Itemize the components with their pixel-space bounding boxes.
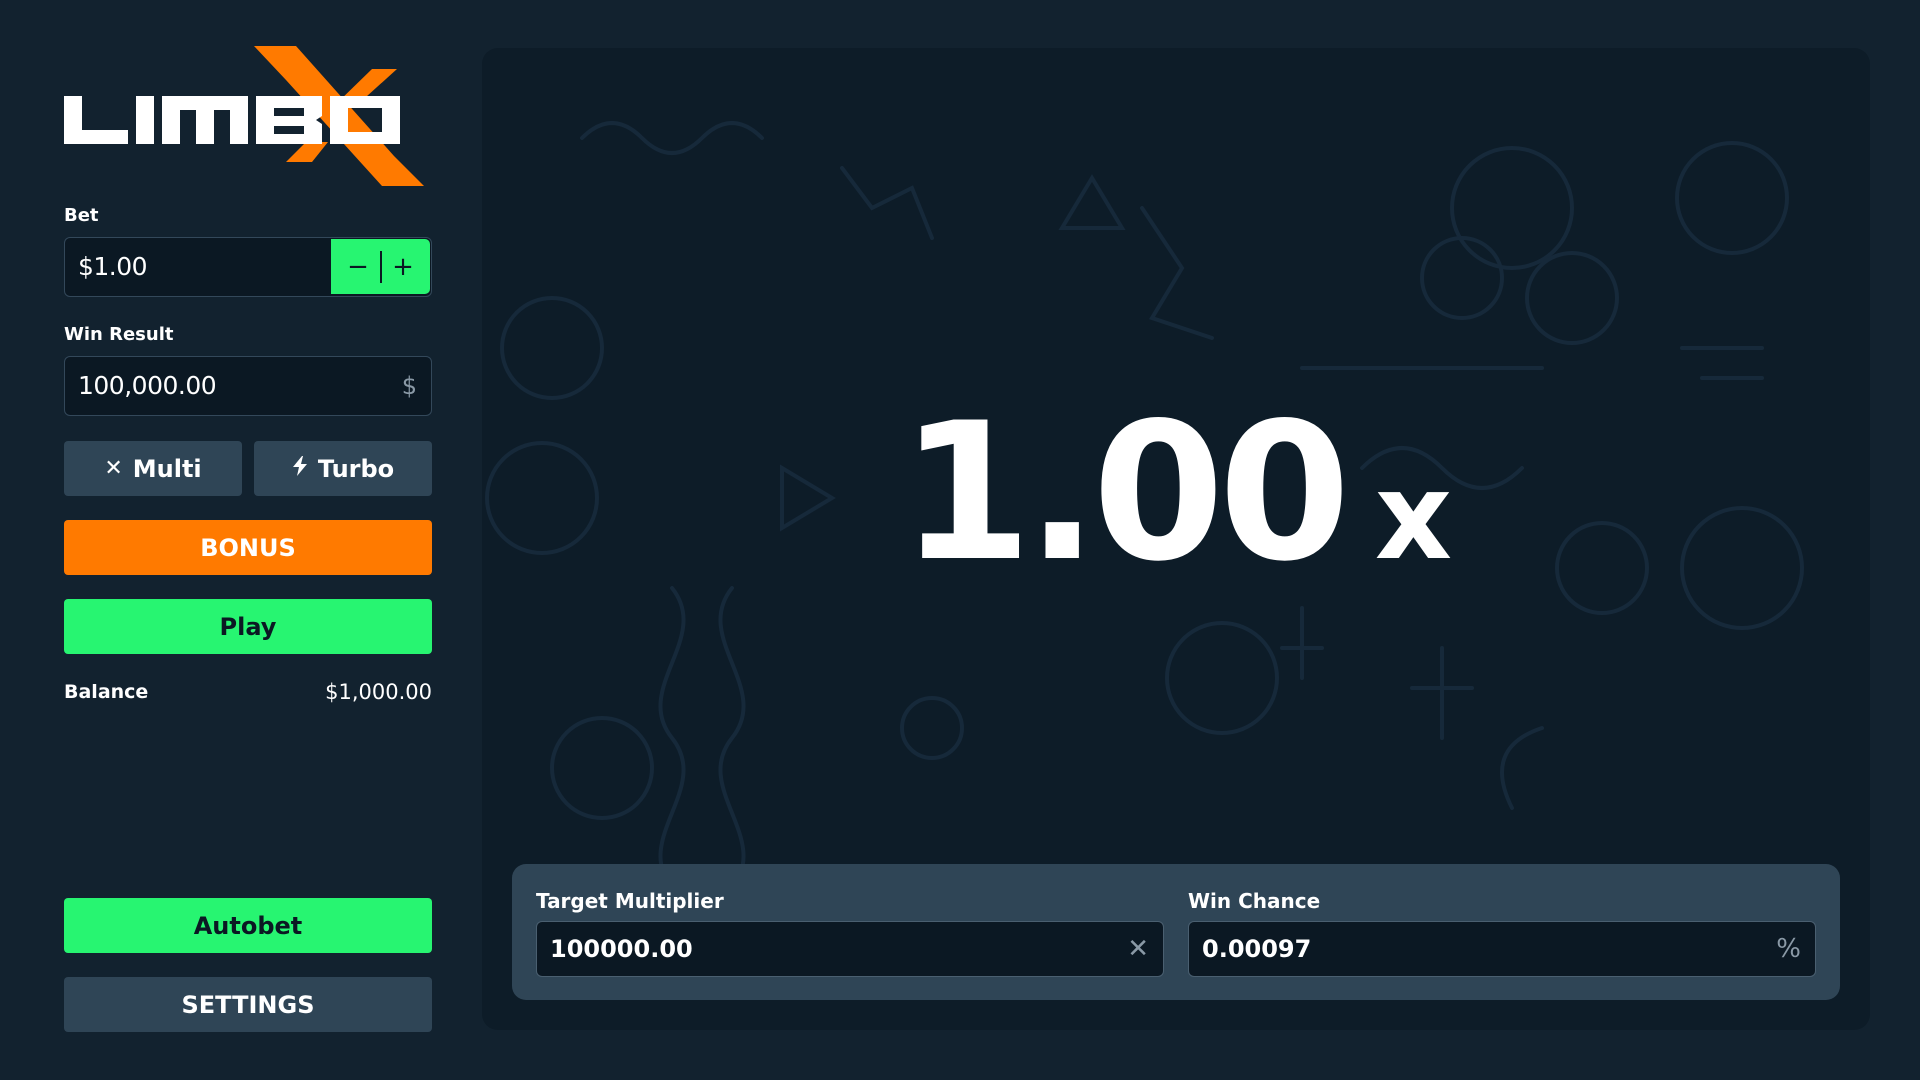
- target-multiplier-label: Target Multiplier: [536, 889, 724, 913]
- win-result-input[interactable]: 100,000.00 $: [64, 356, 432, 416]
- bet-input[interactable]: $1.00 − +: [64, 237, 432, 297]
- balance-row: Balance $1,000.00: [64, 680, 432, 704]
- play-button[interactable]: Play: [64, 599, 432, 654]
- win-result-label: Win Result: [64, 324, 174, 345]
- game-panel: 1.00 x Target Multiplier 100000.00 ✕ Win …: [482, 48, 1870, 1030]
- turbo-label: Turbo: [317, 454, 395, 483]
- multi-label: Multi: [132, 454, 202, 483]
- win-chance-input[interactable]: 0.00097 %: [1188, 921, 1816, 977]
- sidebar: Bet $1.00 − + Win Result 100,000.00 $ ✕ …: [64, 0, 432, 1080]
- win-result-value[interactable]: 100,000.00: [78, 357, 217, 415]
- win-chance-label: Win Chance: [1188, 889, 1321, 913]
- limbo-logo: [64, 46, 434, 191]
- bet-decrement-button[interactable]: −: [343, 254, 373, 280]
- bonus-button[interactable]: BONUS: [64, 520, 432, 575]
- target-multiplier-value[interactable]: 100000.00: [550, 922, 693, 976]
- close-icon: ✕: [104, 455, 123, 481]
- balance-value: $1,000.00: [325, 680, 432, 704]
- bet-stepper: − +: [331, 239, 430, 294]
- bet-controls-panel: Target Multiplier 100000.00 ✕ Win Chance…: [512, 864, 1840, 1000]
- multi-toggle-button[interactable]: ✕ Multi: [64, 441, 242, 496]
- win-chance-value[interactable]: 0.00097: [1202, 922, 1311, 976]
- balance-label: Balance: [64, 681, 149, 703]
- settings-button[interactable]: SETTINGS: [64, 977, 432, 1032]
- clear-icon[interactable]: ✕: [1127, 922, 1149, 976]
- multiplier-value: 1.00: [899, 382, 1351, 603]
- target-multiplier-input[interactable]: 100000.00 ✕: [536, 921, 1164, 977]
- stepper-divider: [379, 250, 382, 283]
- autobet-button[interactable]: Autobet: [64, 898, 432, 953]
- turbo-toggle-button[interactable]: Turbo: [254, 441, 432, 496]
- dollar-icon: $: [401, 372, 417, 400]
- bet-label: Bet: [64, 205, 99, 226]
- bolt-icon: [292, 456, 308, 481]
- bet-value[interactable]: $1.00: [78, 238, 148, 296]
- multiplier-suffix: x: [1374, 448, 1453, 587]
- game-page: Bet $1.00 − + Win Result 100,000.00 $ ✕ …: [0, 0, 1920, 1080]
- bet-increment-button[interactable]: +: [388, 254, 418, 280]
- percent-icon: %: [1776, 934, 1801, 964]
- multiplier-display: 1.00 x: [482, 398, 1870, 588]
